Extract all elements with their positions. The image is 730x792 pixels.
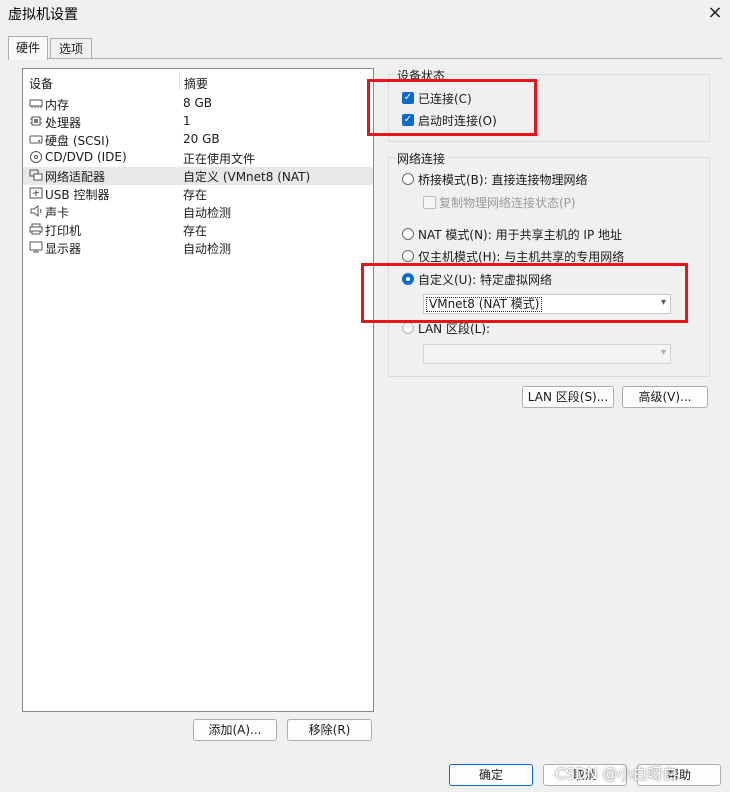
tab-options[interactable]: 选项 bbox=[50, 38, 92, 59]
host-only-radio[interactable] bbox=[402, 250, 414, 262]
device-summary: 1 bbox=[183, 114, 191, 128]
device-row-printer[interactable]: 打印机 存在 bbox=[23, 221, 373, 239]
device-summary: 20 GB bbox=[183, 132, 220, 146]
tab-hardware[interactable]: 硬件 bbox=[8, 36, 48, 60]
device-summary: 存在 bbox=[183, 188, 208, 202]
cd-dvd-icon bbox=[30, 151, 42, 163]
highlight-box-device-status bbox=[367, 79, 537, 136]
usb-icon bbox=[29, 187, 43, 199]
device-row-usb[interactable]: USB 控制器 存在 bbox=[23, 185, 373, 203]
column-header-device[interactable]: 设备 bbox=[29, 75, 53, 92]
ok-button[interactable]: 确定 bbox=[449, 764, 533, 786]
window-title: 虚拟机设置 bbox=[8, 7, 78, 23]
network-connection-title: 网络连接 bbox=[395, 150, 448, 167]
bridged-radio[interactable] bbox=[402, 173, 414, 185]
device-summary: 自动检测 bbox=[183, 206, 232, 220]
device-row-sound-card[interactable]: 声卡 自动检测 bbox=[23, 203, 373, 221]
device-name: 声卡 bbox=[45, 206, 70, 220]
sound-card-icon bbox=[30, 205, 42, 217]
lan-segments-button[interactable]: LAN 区段(S)... bbox=[522, 386, 614, 408]
device-summary: 自定义 (VMnet8 (NAT) bbox=[183, 170, 311, 184]
bridged-label[interactable]: 桥接模式(B): 直接连接物理网络 bbox=[418, 171, 587, 188]
add-button[interactable]: 添加(A)... bbox=[193, 719, 277, 741]
device-name: 内存 bbox=[45, 98, 70, 112]
device-row-harddisk[interactable]: 硬盘 (SCSI) 20 GB bbox=[23, 131, 373, 149]
remove-button[interactable]: 移除(R) bbox=[287, 719, 372, 741]
device-row-network-adapter[interactable]: 网络适配器 自定义 (VMnet8 (NAT) bbox=[23, 167, 373, 185]
tab-divider bbox=[8, 58, 722, 59]
replicate-checkbox[interactable] bbox=[423, 196, 436, 209]
harddisk-icon bbox=[29, 135, 43, 144]
device-summary: 正在使用文件 bbox=[183, 152, 256, 166]
printer-icon bbox=[29, 223, 43, 235]
device-summary: 自动检测 bbox=[183, 242, 232, 256]
display-icon bbox=[29, 241, 43, 253]
device-row-memory[interactable]: 内存 8 GB bbox=[23, 95, 373, 113]
device-name: 处理器 bbox=[45, 116, 82, 130]
device-name: 硬盘 (SCSI) bbox=[45, 134, 110, 148]
device-row-cd-dvd[interactable]: CD/DVD (IDE) 正在使用文件 bbox=[23, 149, 373, 167]
device-summary: 存在 bbox=[183, 224, 208, 238]
chevron-down-icon: ▾ bbox=[660, 347, 666, 358]
lan-segment-radio[interactable] bbox=[402, 322, 414, 334]
device-name: CD/DVD (IDE) bbox=[45, 150, 127, 164]
column-divider bbox=[179, 72, 180, 90]
column-header-summary[interactable]: 摘要 bbox=[184, 75, 208, 92]
replicate-label[interactable]: 复制物理网络连接状态(P) bbox=[439, 194, 576, 211]
advanced-button[interactable]: 高级(V)... bbox=[622, 386, 708, 408]
processor-icon bbox=[30, 116, 42, 126]
watermark-text: CSDN @小白呀白 bbox=[555, 765, 678, 783]
memory-icon bbox=[29, 99, 43, 108]
device-row-processor[interactable]: 处理器 1 bbox=[23, 113, 373, 131]
device-name: USB 控制器 bbox=[45, 188, 110, 202]
close-icon[interactable]: × bbox=[704, 2, 726, 24]
lan-segment-select[interactable]: ▾ bbox=[423, 344, 671, 364]
device-name: 网络适配器 bbox=[45, 170, 106, 184]
nat-radio[interactable] bbox=[402, 228, 414, 240]
device-list[interactable]: 设备 摘要 内存 8 GB 处理器 1 硬盘 (SCSI) 20 GB CD/D… bbox=[22, 68, 374, 712]
device-name: 显示器 bbox=[45, 242, 82, 256]
highlight-box-custom-network bbox=[361, 263, 688, 323]
nat-label[interactable]: NAT 模式(N): 用于共享主机的 IP 地址 bbox=[418, 226, 622, 243]
device-name: 打印机 bbox=[45, 224, 82, 238]
device-row-display[interactable]: 显示器 自动检测 bbox=[23, 239, 373, 257]
device-summary: 8 GB bbox=[183, 96, 212, 110]
network-adapter-icon bbox=[29, 169, 43, 181]
